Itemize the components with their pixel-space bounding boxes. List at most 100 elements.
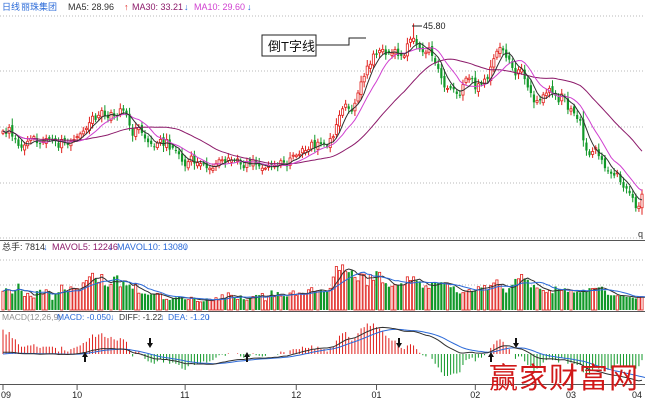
chart-svg: 09 10 11 12 01 02 03 04 日线 丽珠集团 MA5: 28.96 ↑ MA… (0, 1, 645, 400)
volume-bar (326, 291, 329, 310)
volume-bar (17, 283, 20, 310)
volume-bar (69, 286, 73, 311)
volume-bar (211, 300, 215, 311)
candle-body (402, 55, 406, 58)
volume-bar (529, 287, 532, 310)
candle-body (97, 114, 101, 119)
candle-body (359, 81, 363, 95)
volume-bar (87, 276, 91, 311)
macd-params: MACD(12,26,9) (2, 312, 61, 322)
volume-bar (20, 290, 23, 310)
volume-bar (458, 293, 461, 310)
candle-body (122, 108, 125, 111)
candle-body (458, 94, 461, 96)
volume-bar (75, 288, 79, 311)
volume-bar (282, 296, 286, 310)
volume-bar (412, 276, 416, 311)
volume-bar (279, 295, 283, 311)
candle-body (424, 51, 428, 55)
volume-bar (402, 284, 406, 311)
stock-name: 丽珠集团 (21, 1, 57, 12)
volume-bar (158, 293, 162, 311)
ma10-arrow-icon: ↓ (247, 2, 252, 12)
candle-body (291, 154, 295, 157)
volume-bar (449, 287, 452, 310)
candle-body (365, 65, 369, 76)
candle-body (57, 142, 60, 148)
volume-bar (291, 290, 295, 311)
volume-bar (368, 274, 372, 311)
volume-bar (122, 281, 125, 310)
candle-body (378, 49, 382, 54)
candle-body (532, 94, 536, 103)
volume-bar (48, 291, 51, 310)
diff-label: DIFF: -1.22 (119, 312, 162, 322)
volume-bar (434, 282, 437, 310)
volume-bar (195, 301, 199, 311)
volume-bar (532, 284, 536, 310)
candle-body (588, 151, 591, 156)
volume-bar (501, 288, 505, 310)
volume-bar (297, 292, 301, 311)
candle-body (356, 92, 360, 102)
candle-body (7, 126, 11, 134)
candle-body (331, 136, 335, 139)
candle-body (600, 156, 603, 160)
volume-bar (220, 294, 224, 311)
volume-bar (313, 291, 316, 310)
volume-bar (443, 283, 446, 310)
candle-body (195, 162, 199, 167)
volume-bar (193, 297, 196, 310)
volume-bar (514, 278, 517, 310)
watermark: 赢家财富网 (488, 363, 639, 395)
volume-bar (316, 290, 320, 311)
x-tick-label: 12 (291, 390, 301, 400)
mavol10-arrow-icon: ↓ (183, 242, 188, 252)
volume-bar (337, 270, 341, 311)
volume-bar (4, 288, 8, 310)
volume-bar (109, 283, 113, 311)
candle-body (440, 68, 443, 79)
candle-body (38, 143, 42, 145)
volume-bar (471, 290, 474, 310)
volume-bar (619, 295, 622, 310)
candle-body (20, 144, 23, 148)
volume-bar (563, 288, 566, 310)
volume-bar (622, 295, 625, 310)
volume-bar (554, 286, 557, 310)
volume-bar (334, 266, 338, 311)
candle-body (186, 161, 190, 169)
volume-bar (131, 288, 134, 310)
dea-arrow-icon: ↓ (206, 312, 210, 322)
volume-bar (153, 294, 156, 310)
volume-bar (430, 282, 434, 310)
candle-body (368, 63, 372, 69)
volume-bar (452, 286, 455, 310)
volume-bar (467, 289, 471, 311)
volume-bar (97, 281, 101, 311)
volume-bar (591, 288, 595, 311)
volume-bar (29, 295, 33, 311)
volume-bar (547, 290, 551, 311)
volume-bar (32, 297, 36, 311)
candle-body (347, 106, 350, 109)
dea-label: DEA: -1.20 (168, 312, 210, 322)
volume-bar (116, 275, 119, 310)
volume-bar (118, 286, 122, 311)
volume-bar (134, 283, 138, 311)
candle-body (168, 139, 171, 150)
volume-bar (387, 286, 390, 310)
volume-bar (421, 287, 424, 310)
ma10-label: MA10: 29.60 (194, 2, 245, 12)
volume-bar (560, 290, 564, 311)
volume-bar (248, 297, 252, 310)
candle-body (134, 127, 138, 137)
candle-body (371, 53, 375, 66)
arrow-down-icon (513, 338, 519, 348)
candle-body (474, 77, 477, 90)
grid-layer (0, 15, 645, 385)
moving-average-lines (2, 42, 643, 201)
volume-bar (310, 287, 314, 311)
volume-bar (54, 294, 57, 310)
candle-body (443, 75, 446, 88)
